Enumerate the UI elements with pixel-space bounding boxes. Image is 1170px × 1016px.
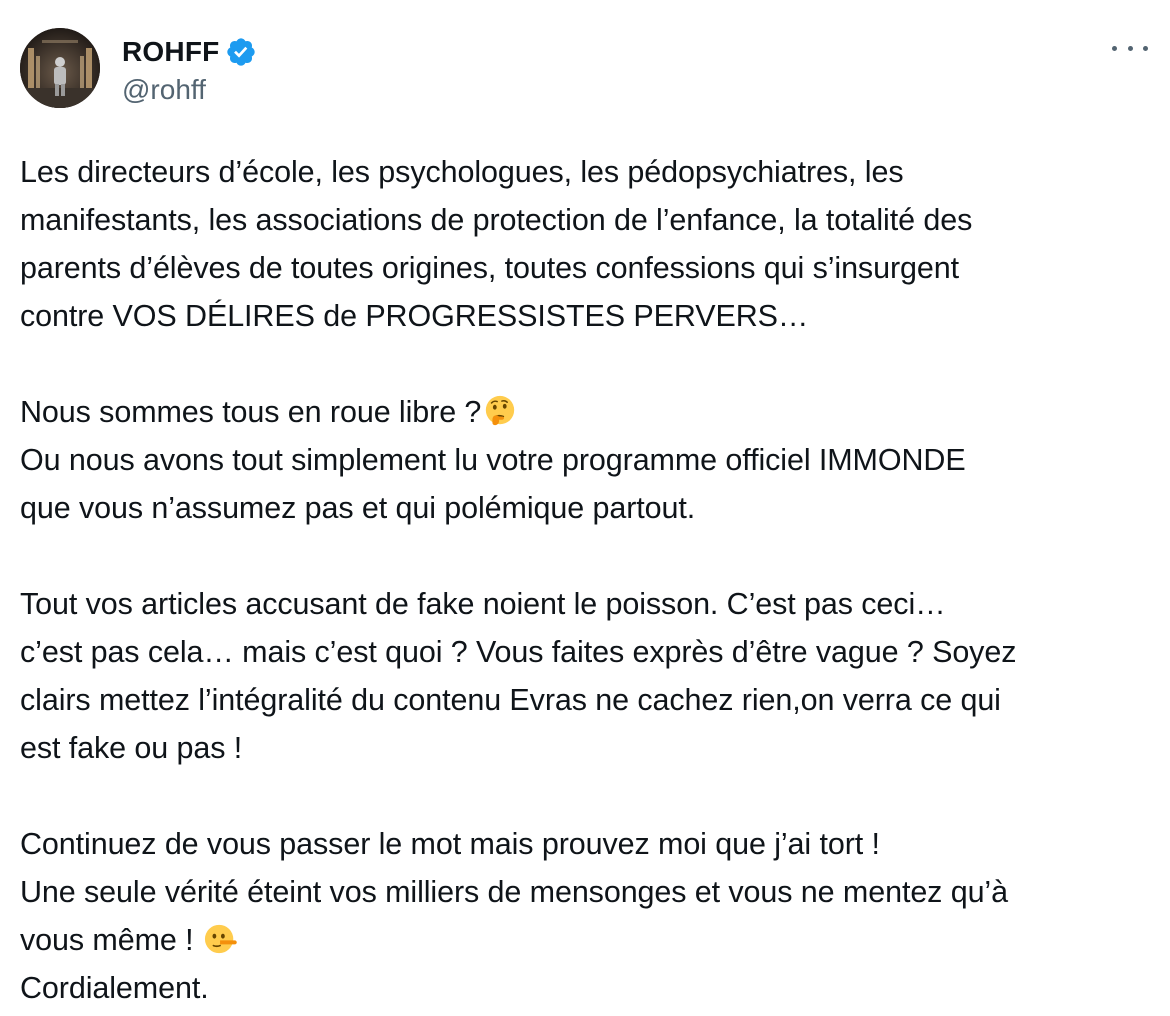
handle[interactable]: @rohff [122,74,257,106]
more-horizontal-icon[interactable] [1112,36,1148,60]
text-line: parents d’élèves de toutes origines, tou… [20,251,959,285]
lying-face-emoji-icon [204,922,238,956]
author-info: ROHFF @rohff [122,34,257,106]
verified-badge-icon [225,36,257,68]
text-line: Nous sommes tous en roue libre ? [20,395,482,429]
text-line: Tout vos articles accusant de fake noien… [20,587,946,621]
avatar[interactable] [20,28,100,108]
paragraph-3: Tout vos articles accusant de fake noien… [20,580,1155,772]
name-row: ROHFF [122,34,257,70]
text-line: Ou nous avons tout simplement lu votre p… [20,443,966,477]
text-line: c’est pas cela… mais c’est quoi ? Vous f… [20,635,1017,669]
text-line: manifestants, les associations de protec… [20,203,973,237]
tweet-text: Les directeurs d’école, les psychologues… [20,148,1155,1012]
paragraph-2: Nous sommes tous en roue libre ? Ou nous… [20,388,1155,532]
text-line: Une seule vérité éteint vos milliers de … [20,875,1008,909]
tweet-header: ROHFF @rohff [20,28,1150,112]
text-line: vous même ! [20,923,194,957]
thinking-face-emoji-icon [483,394,517,428]
text-line: contre VOS DÉLIRES de PROGRESSISTES PERV… [20,299,809,333]
text-line: est fake ou pas ! [20,731,243,765]
text-line: Cordialement. [20,971,209,1005]
paragraph-1: Les directeurs d’école, les psychologues… [20,148,1155,340]
paragraph-4: Continuez de vous passer le mot mais pro… [20,820,1155,1012]
display-name[interactable]: ROHFF [122,36,219,68]
text-line: clairs mettez l’intégralité du contenu E… [20,683,1001,717]
text-line: que vous n’assumez pas et qui polémique … [20,491,696,525]
text-line: Continuez de vous passer le mot mais pro… [20,827,880,861]
text-line: Les directeurs d’école, les psychologues… [20,155,904,189]
tweet: ROHFF @rohff Les directeurs d’école, les… [0,0,1170,1016]
